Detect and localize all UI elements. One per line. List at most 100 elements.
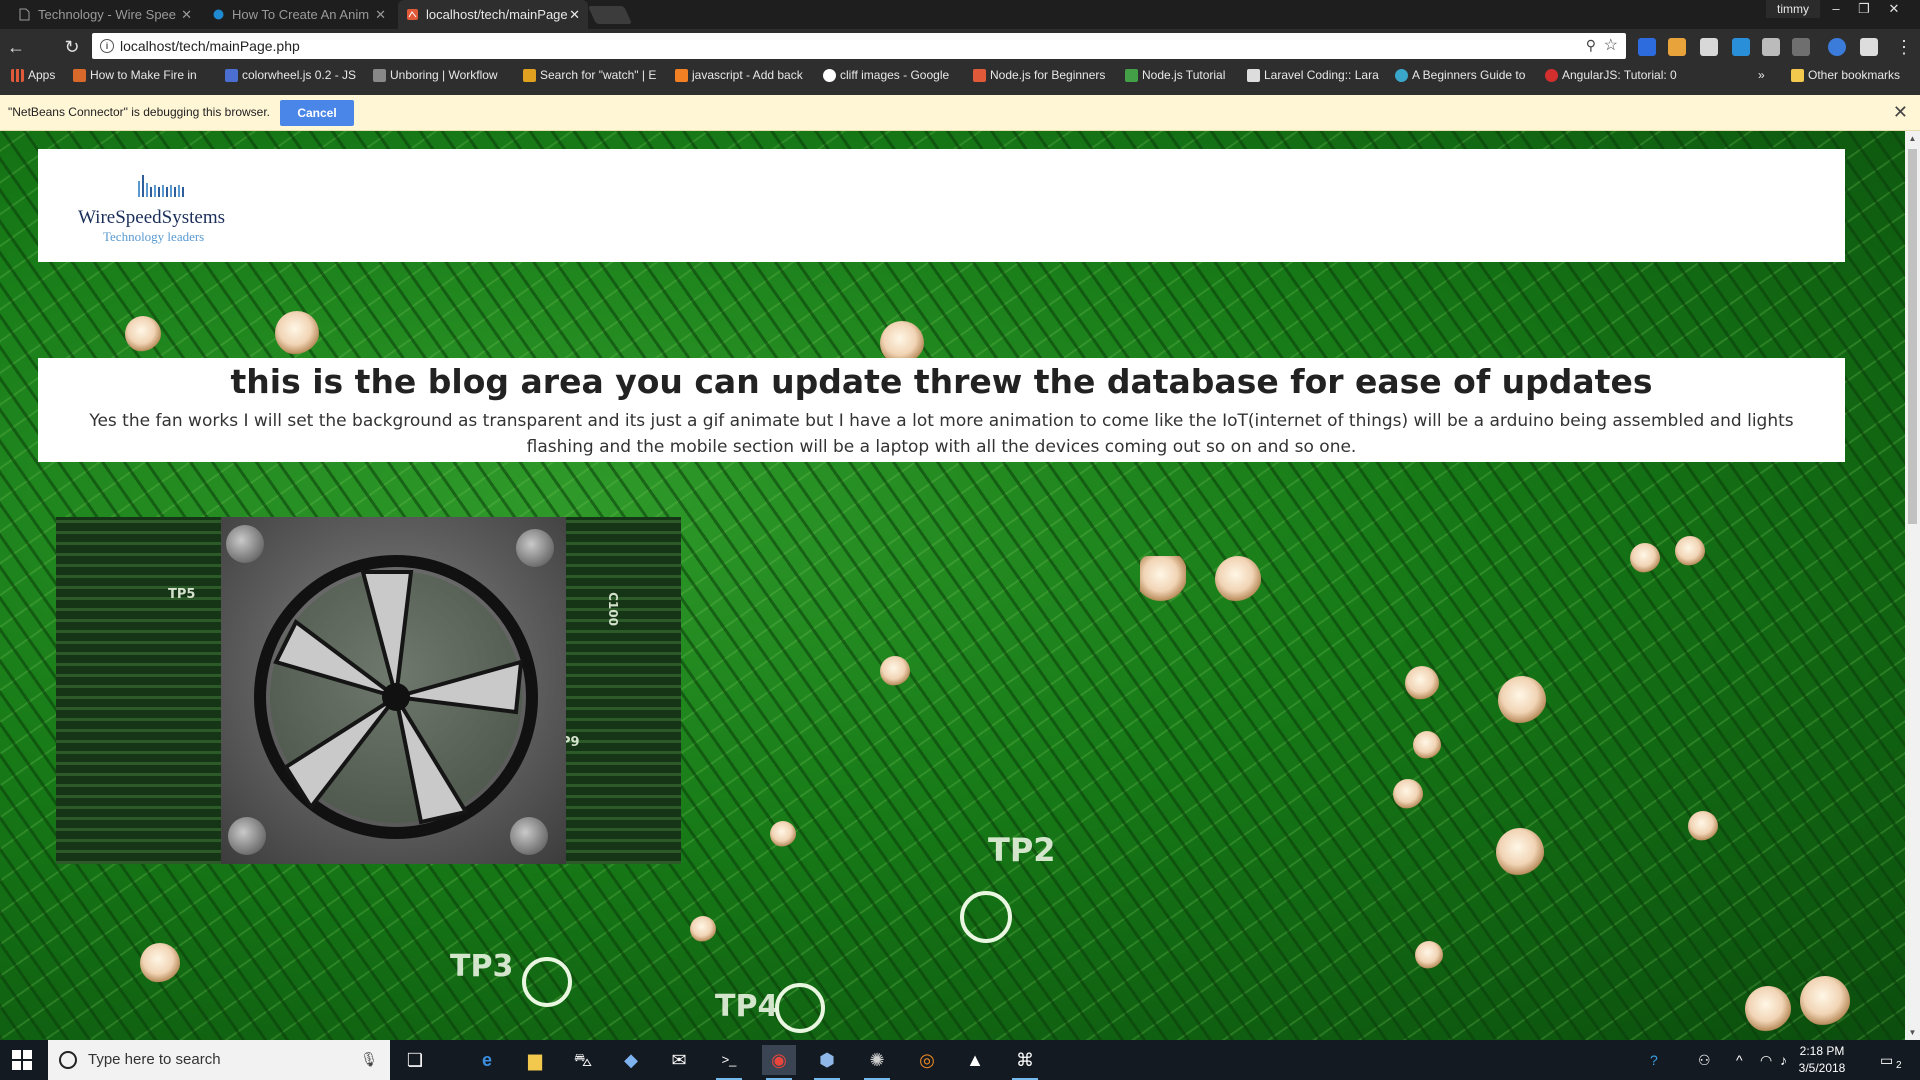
photos-icon[interactable]: ▲ (958, 1045, 992, 1075)
file-explorer-icon[interactable]: ▆ (518, 1045, 552, 1075)
back-icon[interactable]: ← (4, 35, 28, 59)
other-bookmarks[interactable]: Other bookmarks (1790, 64, 1918, 87)
page-viewport: TP2 TP3 TP4 WireSpeedSystems Technology … (0, 131, 1905, 1040)
silkscreen-label: C100 (605, 592, 620, 626)
address-bar[interactable]: i localhost/tech/mainPage.php ⚲ ☆ (92, 33, 1626, 59)
pcb-strip (56, 517, 221, 864)
wirespeed-logo[interactable]: WireSpeedSystems Technology leaders (78, 171, 258, 251)
forward-icon[interactable] (28, 35, 52, 59)
tab-strip: Technology - Wire Spee ✕ How To Create A… (0, 0, 1920, 29)
app-icon[interactable]: ✺ (860, 1045, 894, 1080)
netbeans-app-icon[interactable]: ⬢ (810, 1045, 844, 1080)
bookmark-item[interactable]: How to Make Fire in (72, 64, 212, 87)
store-icon[interactable]: ⛍ (566, 1045, 600, 1075)
bookmark-item[interactable]: Node.js Tutorial (1124, 64, 1240, 87)
bookmark-star-icon[interactable]: ☆ (1604, 35, 1618, 55)
cancel-debugging-button[interactable]: Cancel (280, 100, 354, 126)
google-icon (823, 69, 836, 82)
debug-infobar: "NetBeans Connector" is debugging this b… (0, 95, 1920, 131)
app-icon[interactable]: ⌘ (1008, 1045, 1042, 1080)
menu-icon[interactable]: ⋮ (1892, 35, 1916, 59)
css-extension-icon[interactable] (1732, 38, 1750, 56)
close-icon[interactable]: ✕ (375, 0, 386, 29)
minimize-icon[interactable]: – (1822, 0, 1850, 18)
close-icon[interactable]: ✕ (569, 0, 580, 29)
tab-technology[interactable]: Technology - Wire Spee ✕ (10, 0, 200, 29)
volume-icon[interactable]: ♪ (1780, 1040, 1787, 1080)
bookmark-item[interactable]: Unboring | Workflow (372, 64, 510, 87)
bookmark-favicon-icon (1125, 69, 1138, 82)
info-icon[interactable]: i (100, 39, 114, 53)
bookmark-item[interactable]: AngularJS: Tutorial: 0 (1544, 64, 1678, 87)
bookmark-item[interactable]: cliff images - Google (822, 64, 958, 87)
pcb-strip (566, 517, 681, 864)
dropbox-icon[interactable]: ◆ (614, 1045, 648, 1075)
pcb-pad (1688, 811, 1718, 841)
network-icon[interactable]: ◠ (1760, 1040, 1772, 1080)
word-extension-icon[interactable] (1860, 38, 1878, 56)
bookmark-item[interactable]: Search for "watch" | E (522, 64, 662, 87)
restore-icon[interactable]: ❐ (1850, 0, 1878, 18)
bookmark-item[interactable]: Node.js for Beginners (972, 64, 1114, 87)
extension-icon[interactable] (1638, 38, 1656, 56)
pcb-pad (140, 943, 180, 983)
taskbar: Type here to search 🎙 ❏ e ▆ ⛍ ◆ ✉ >_ ◉ ⬢… (0, 1040, 1920, 1080)
scroll-down-icon[interactable]: ▼ (1905, 1025, 1920, 1040)
windows-start-icon[interactable] (12, 1050, 32, 1070)
netbeans-icon (407, 9, 418, 20)
bookmark-apps[interactable]: Apps (10, 64, 64, 87)
bookmarks-overflow-button[interactable]: » (1752, 64, 1776, 87)
new-tab-button[interactable] (587, 6, 633, 24)
bookmark-favicon-icon (523, 69, 536, 82)
profile-button[interactable]: timmy (1766, 0, 1820, 18)
pcb-pad (1393, 779, 1423, 809)
tab-title: Technology - Wire Spee (38, 7, 177, 22)
close-icon[interactable]: ✕ (181, 0, 192, 29)
bookmark-favicon-icon (225, 69, 238, 82)
notification-icon[interactable]: ▭ (1880, 1040, 1893, 1080)
extension-icon[interactable] (1668, 38, 1686, 56)
extension-icon[interactable] (1762, 38, 1780, 56)
tab-animation[interactable]: How To Create An Anim ✕ (204, 0, 394, 29)
page-scrollbar[interactable]: ▲ ▼ (1905, 131, 1920, 1040)
extension-icon[interactable] (1828, 38, 1846, 56)
system-clock[interactable]: 2:18 PM 3/5/2018 (1792, 1043, 1852, 1077)
taskbar-search[interactable]: Type here to search 🎙 (48, 1040, 390, 1080)
stackoverflow-icon (675, 69, 688, 82)
chevron-up-icon[interactable]: ^ (1736, 1040, 1743, 1080)
chrome-icon[interactable]: ◉ (762, 1045, 796, 1080)
logo-tagline: Technology leaders (103, 229, 205, 244)
bookmark-item[interactable]: A Beginners Guide to (1394, 64, 1542, 87)
microphone-icon[interactable]: 🎙 (360, 1051, 378, 1068)
bookmark-favicon-icon (373, 69, 386, 82)
mail-extension-icon[interactable] (1700, 38, 1718, 56)
bookmark-item[interactable]: javascript - Add back (674, 64, 810, 87)
edge-icon[interactable]: e (470, 1045, 504, 1075)
task-view-icon[interactable]: ❏ (398, 1045, 432, 1075)
reload-icon[interactable]: ↻ (60, 35, 84, 59)
clock-time: 2:18 PM (1799, 1044, 1845, 1058)
pcb-pad (1630, 543, 1660, 573)
pcb-pad (275, 311, 319, 355)
scroll-up-icon[interactable]: ▲ (1905, 131, 1920, 146)
help-icon[interactable]: ? (1650, 1040, 1658, 1080)
tab-title: localhost/tech/mainPage (426, 7, 568, 22)
bookmark-favicon-icon (973, 69, 986, 82)
fan-animation: TP5 P9 C100 (56, 517, 681, 864)
bookmark-item[interactable]: Laravel Coding:: Lara (1246, 64, 1390, 87)
tab-mainpage[interactable]: localhost/tech/mainPage ✕ (398, 0, 588, 29)
terminal-icon[interactable]: >_ (712, 1045, 746, 1080)
zoom-icon[interactable]: ⚲ (1586, 37, 1596, 54)
window-close-icon[interactable]: ✕ (1880, 0, 1908, 18)
bookmarks-bar: Apps How to Make Fire in colorwheel.js 0… (0, 64, 1920, 87)
people-icon[interactable]: ⚇ (1698, 1040, 1711, 1080)
tab-title: How To Create An Anim (232, 7, 370, 22)
silkscreen-label: TP3 (450, 949, 514, 984)
infobar-message: "NetBeans Connector" is debugging this b… (8, 105, 271, 119)
extension-icon[interactable] (1792, 38, 1810, 56)
bookmark-item[interactable]: colorwheel.js 0.2 - JS (224, 64, 364, 87)
mail-icon[interactable]: ✉ (662, 1045, 696, 1075)
close-icon[interactable]: ✕ (1893, 95, 1908, 130)
scrollbar-thumb[interactable] (1908, 149, 1917, 524)
blender-icon[interactable]: ◎ (910, 1045, 944, 1075)
